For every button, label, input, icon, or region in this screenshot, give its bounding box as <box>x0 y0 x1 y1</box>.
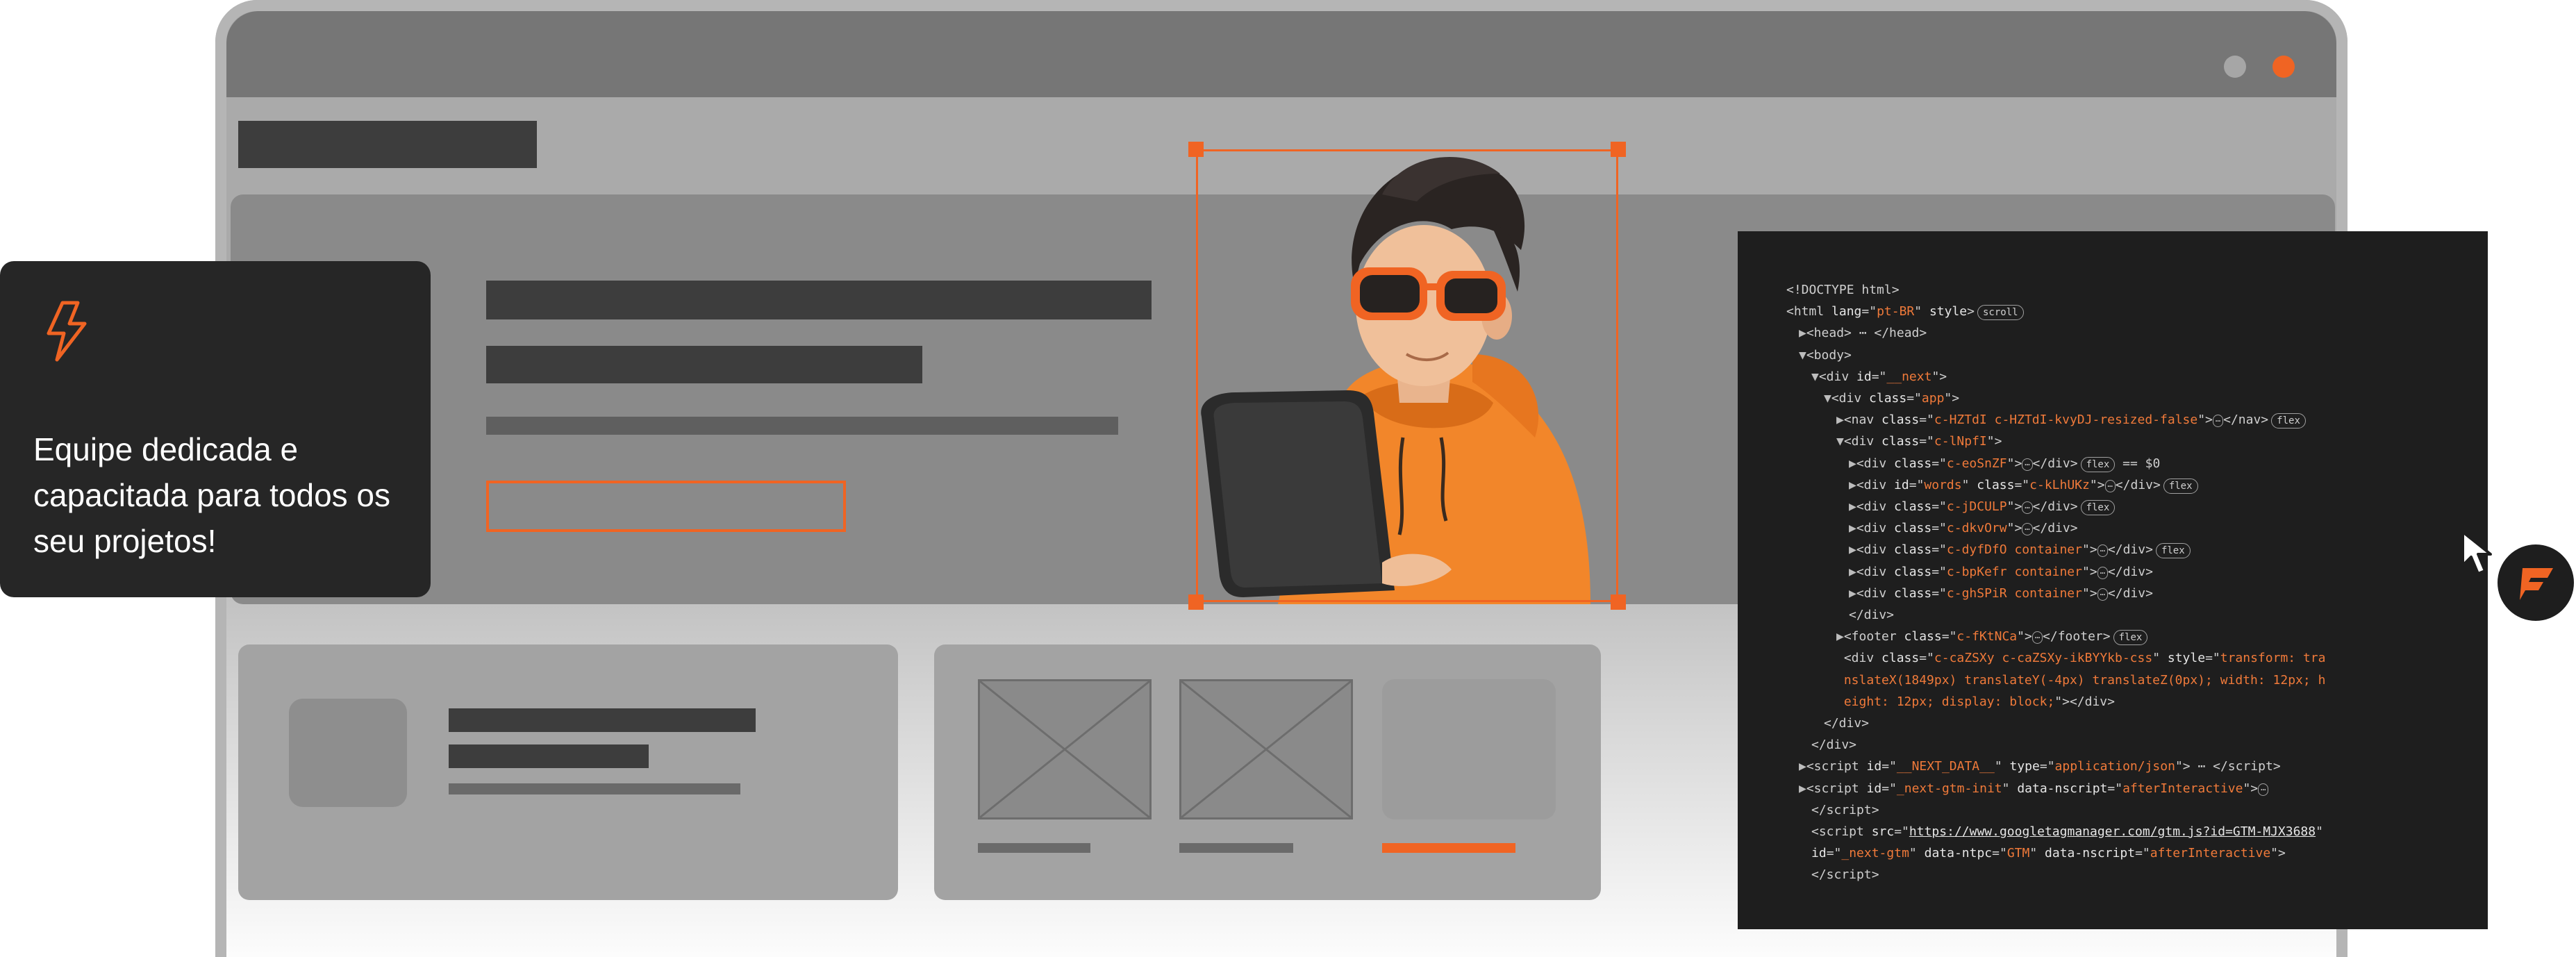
lightning-bolt-icon <box>47 301 87 362</box>
hero-subtitle-line <box>486 417 1118 435</box>
code-line[interactable]: ▶<div class="c-bpKefr container"> ⋯ </div> <box>1849 562 2153 583</box>
code-line[interactable]: ▶<div class="c-jDCULP"> ⋯ </div> flex <box>1849 497 2116 517</box>
code-line[interactable]: </script> <box>1811 800 1879 821</box>
code-line[interactable]: <!DOCTYPE html> <box>1786 280 1900 301</box>
resize-handle-bottom-right[interactable] <box>1611 594 1626 610</box>
code-line[interactable]: </script> <box>1811 865 1879 885</box>
image-placeholder-1 <box>978 679 1152 819</box>
resize-handle-top-right[interactable] <box>1611 142 1626 157</box>
header-logo-placeholder <box>238 121 537 168</box>
resize-handle-top-left[interactable] <box>1188 142 1204 157</box>
card-title-line-2 <box>449 744 649 768</box>
code-line[interactable]: <html lang="pt-BR" style> scroll <box>1786 301 2024 322</box>
window-dot-orange[interactable] <box>2272 56 2295 78</box>
code-line[interactable]: ▶<head> ⋯ </head> <box>1799 323 1927 344</box>
code-line[interactable]: <div class="c-caZSXy c-caZSXy-ikBYYkb-cs… <box>1836 648 2326 669</box>
arrow-cursor-icon <box>2461 531 2492 575</box>
card-text-line <box>449 783 740 794</box>
code-line[interactable]: ▼<div id="__next"> <box>1811 367 1947 388</box>
hero-title-line-1 <box>486 281 1152 319</box>
image-placeholder-2 <box>1179 679 1353 819</box>
devtools-elements-panel: <!DOCTYPE html> <html lang="pt-BR" style>… <box>1738 231 2488 929</box>
feature-card: Equipe dedicada e capacitada para todos … <box>0 261 431 597</box>
code-line[interactable]: ▶<script id="_next-gtm-init" data-nscrip… <box>1799 779 2269 799</box>
card-title-line-1 <box>449 708 756 732</box>
code-line[interactable]: ▶<div class="c-ghSPiR container"> ⋯ </div> <box>1849 583 2153 604</box>
code-line[interactable]: ▼<div class="c-lNpfI"> <box>1836 431 2002 452</box>
code-line[interactable]: ▼<body> <box>1799 345 1852 366</box>
code-line[interactable]: ▶<div class="c-dyfDfO container"> ⋯ </div>… <box>1849 540 2191 560</box>
feature-description: Equipe dedicada e capacitada para todos … <box>33 431 391 559</box>
code-line[interactable]: </div> <box>1811 735 1856 756</box>
code-line[interactable]: <script src="https://www.googletagmanage… <box>1811 822 2323 842</box>
code-line[interactable]: </div> <box>1824 713 1869 734</box>
brand-f-logo-icon <box>2520 568 2553 600</box>
image-placeholder-3 <box>1382 679 1556 819</box>
resize-handle-bottom-left[interactable] <box>1188 594 1204 610</box>
code-line[interactable]: ▶<script id="__NEXT_DATA__" type="applic… <box>1799 756 2281 777</box>
browser-titlebar <box>226 11 2336 97</box>
code-line[interactable]: </div> <box>1849 605 1894 626</box>
code-line[interactable]: nslateX(1849px) translateY(-4px) transla… <box>1836 670 2326 691</box>
code-line[interactable]: ▶<div class="c-eoSnZF"> ⋯ </div> flex == $0 <box>1849 453 2160 474</box>
code-line[interactable]: ▶<div id="words" class="c-kLhUKz"> ⋯ </div… <box>1849 475 2198 496</box>
brand-logo-badge[interactable] <box>2495 542 2576 624</box>
hero-cta-button[interactable] <box>486 481 846 532</box>
card-avatar-placeholder <box>289 699 407 807</box>
thumb-caption-2 <box>1179 843 1293 853</box>
code-line[interactable]: eight: 12px; display: block;"></div> <box>1836 692 2115 713</box>
code-line[interactable]: ▶<footer class="c-fKtNCa"> ⋯ </footer> flex <box>1836 626 2148 647</box>
selection-bounding-box[interactable] <box>1196 149 1618 602</box>
window-dot-grey[interactable] <box>2224 56 2246 78</box>
code-line[interactable]: ▶<div class="c-dkvOrw"> ⋯ </div> <box>1849 518 2078 539</box>
code-line[interactable]: id="_next-gtm" data-ntpc="GTM" data-nscr… <box>1811 843 2286 864</box>
thumb-caption-3-active <box>1382 843 1515 853</box>
hero-title-line-2 <box>486 346 922 383</box>
code-line[interactable]: ▼<div class="app"> <box>1824 388 1959 409</box>
code-line[interactable]: ▶<nav class="c-HZTdI c-HZTdI-kvyDJ-resiz… <box>1836 410 2306 431</box>
thumb-caption-1 <box>978 843 1090 853</box>
